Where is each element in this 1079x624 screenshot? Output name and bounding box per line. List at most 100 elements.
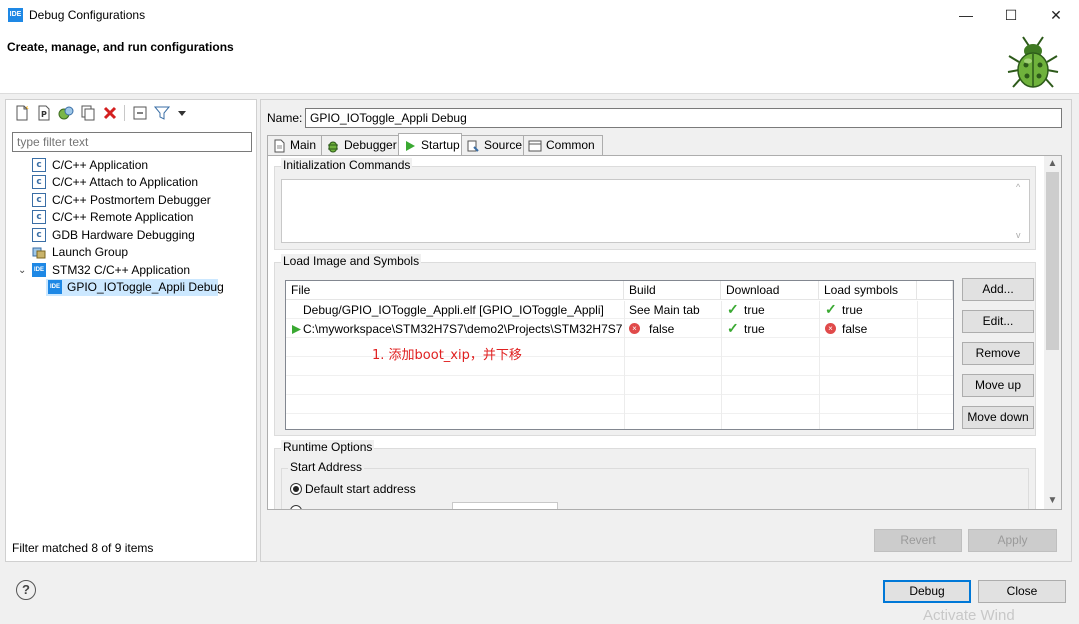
minimize-button[interactable]: — (943, 0, 989, 30)
ide-icon: IDE (32, 263, 46, 277)
table-row-empty (286, 377, 953, 395)
edit-button[interactable]: Edit... (962, 310, 1034, 333)
row-file: Debug/GPIO_IOToggle_Appli.elf [GPIO_IOTo… (303, 303, 604, 317)
tab-debugger[interactable]: Debugger (321, 135, 399, 155)
window-title: Debug Configurations (29, 8, 146, 22)
specify-start-radio[interactable] (290, 505, 302, 509)
delete-config-icon[interactable] (102, 105, 118, 121)
source-tab-icon (467, 140, 479, 152)
tab-main[interactable]: Main (267, 135, 322, 155)
table-row-empty (286, 396, 953, 414)
tree-item-label: GDB Hardware Debugging (52, 228, 195, 242)
apply-button[interactable]: Apply (968, 529, 1057, 552)
tab-label: Common (546, 138, 595, 152)
textarea-scrollbar[interactable]: ^ v (1013, 180, 1029, 242)
move-down-button[interactable]: Move down (962, 406, 1034, 429)
scroll-up-icon[interactable]: ▲ (1044, 156, 1061, 172)
runtime-options-title: Runtime Options (281, 440, 375, 454)
error-x-icon: × (825, 323, 836, 334)
tree-item-label: STM32 C/C++ Application (52, 263, 191, 277)
init-commands-title: Initialization Commands (281, 158, 413, 172)
column-header-spacer (917, 281, 953, 300)
debug-button[interactable]: Debug (883, 580, 971, 603)
title-bar: IDE Debug Configurations — ☐ ✕ (0, 0, 1079, 32)
check-icon: ✓ (727, 301, 739, 317)
add-button[interactable]: Add... (962, 278, 1034, 301)
init-commands-textarea[interactable]: ^ v (281, 179, 1030, 243)
name-input[interactable]: GPIO_IOToggle_Appli Debug (305, 108, 1062, 128)
load-image-title: Load Image and Symbols (281, 254, 422, 268)
runtime-options-group: Runtime Options Start Address Default st… (274, 440, 1036, 509)
tree-item-label: C/C++ Application (52, 158, 149, 172)
close-button[interactable]: Close (978, 580, 1066, 603)
scroll-thumb[interactable] (1046, 172, 1059, 350)
column-header-download[interactable]: Download (721, 281, 819, 300)
table-row[interactable]: Debug/GPIO_IOToggle_Appli.elf [GPIO_IOTo… (286, 301, 953, 319)
tree-item-label: C/C++ Postmortem Debugger (52, 193, 211, 207)
help-icon[interactable]: ? (16, 580, 36, 600)
filter-input[interactable] (12, 132, 252, 152)
tab-label: Source (484, 138, 523, 152)
default-start-label: Default start address (305, 482, 416, 496)
row-download: true (744, 303, 765, 317)
debugger-tab-icon (328, 141, 338, 153)
column-header-file[interactable]: File (286, 281, 624, 300)
duplicate-config-icon[interactable] (80, 105, 96, 121)
scroll-down-icon[interactable]: v (1016, 230, 1021, 240)
new-prototype-icon[interactable]: P (36, 105, 52, 121)
startup-tab-content: Initialization Commands ^ v Load Image a… (267, 155, 1062, 510)
default-start-radio[interactable] (290, 483, 302, 495)
svg-text:P: P (41, 110, 47, 119)
scroll-up-icon[interactable]: ^ (1016, 182, 1020, 192)
load-image-table: File Build Download Load symbols Debug/G… (285, 280, 954, 430)
tree-item-label: C/C++ Attach to Application (52, 175, 199, 189)
tab-source[interactable]: Source (461, 135, 524, 155)
row-file: C:\myworkspace\STM32H7S7\demo2\Projects\… (303, 322, 623, 336)
scroll-down-icon[interactable]: ▼ (1044, 493, 1061, 509)
content-scrollbar[interactable]: ▲ ▼ (1044, 156, 1061, 509)
check-icon: ✓ (727, 320, 739, 336)
table-row[interactable]: C:\myworkspace\STM32H7S7\demo2\Projects\… (286, 320, 953, 338)
tab-label: Debugger (344, 138, 397, 152)
main-tab-icon (274, 139, 285, 153)
row-build: false (649, 322, 675, 336)
revert-button[interactable]: Revert (874, 529, 962, 552)
export-config-icon[interactable] (58, 105, 74, 121)
c-launch-icon: c (32, 193, 46, 207)
move-up-button[interactable]: Move up (962, 374, 1034, 397)
name-label: Name: (267, 111, 303, 125)
activate-windows-watermark: Activate Wind (923, 607, 1015, 624)
tab-label: Main (290, 138, 317, 152)
init-commands-group: Initialization Commands ^ v (274, 158, 1036, 250)
row-load-symbols: false (842, 322, 868, 336)
remove-button[interactable]: Remove (962, 342, 1034, 365)
tab-startup[interactable]: Startup (398, 133, 462, 155)
ide-app-icon: IDE (8, 8, 23, 22)
close-window-button[interactable]: ✕ (1033, 0, 1079, 30)
tree-item-gpio-debug[interactable]: IDE GPIO_IOToggle_Appli Debug (46, 279, 224, 296)
view-menu-icon[interactable] (174, 105, 190, 121)
tree-item-label: GPIO_IOToggle_Appli Debug (67, 280, 224, 294)
expand-chevron-icon[interactable]: ⌄ (18, 262, 26, 279)
column-header-build[interactable]: Build (624, 281, 721, 300)
row-load-symbols: true (842, 303, 863, 317)
tab-common[interactable]: Common (523, 135, 603, 155)
ide-icon: IDE (48, 280, 62, 294)
maximize-button[interactable]: ☐ (988, 0, 1034, 30)
new-config-icon[interactable] (14, 105, 30, 121)
annotation-text: 1. 添加boot_xip，并下移 (372, 348, 522, 363)
filter-icon[interactable] (154, 105, 170, 121)
start-address-title: Start Address (288, 460, 365, 474)
tree-item-label: Launch Group (52, 245, 129, 259)
play-arrow-icon (292, 325, 301, 334)
start-address-input[interactable] (452, 502, 558, 509)
configuration-editor-panel: Name: GPIO_IOToggle_Appli Debug Main Deb… (260, 99, 1072, 562)
tree-item-label: C/C++ Remote Application (52, 210, 194, 224)
start-address-group: Start Address Default start address (281, 460, 1029, 509)
collapse-all-icon[interactable] (132, 105, 148, 121)
error-x-icon: × (629, 323, 640, 334)
row-build: See Main tab (629, 303, 700, 317)
debug-bug-icon (1007, 36, 1059, 88)
column-header-load-symbols[interactable]: Load symbols (819, 281, 917, 300)
launch-group-icon (32, 247, 46, 259)
